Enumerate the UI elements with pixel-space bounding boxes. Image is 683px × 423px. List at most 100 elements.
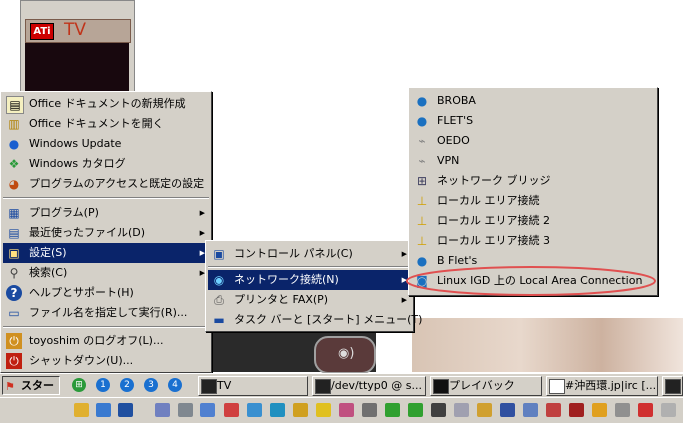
quick-launch-desktop-icon[interactable]: ⊞ bbox=[72, 378, 86, 392]
windows-update-icon: ● bbox=[8, 137, 20, 151]
app-icon[interactable] bbox=[615, 403, 630, 417]
app-icon[interactable] bbox=[118, 403, 133, 417]
ie-icon[interactable] bbox=[96, 403, 111, 417]
terminal-icon bbox=[315, 379, 331, 394]
menu-item-taskbar-start-menu[interactable]: ▬ タスク バーと [スタート] メニュー(T) bbox=[208, 310, 422, 330]
menu-item-recent-documents[interactable]: ▤ 最近使ったファイル(D) ▶ bbox=[3, 223, 209, 243]
quick-launch-1-icon[interactable]: 1 bbox=[96, 378, 110, 392]
app-icon[interactable] bbox=[316, 403, 331, 417]
app-icon[interactable] bbox=[454, 403, 469, 417]
taskbar-button-playback[interactable]: プレイバック bbox=[430, 376, 542, 396]
app-icon[interactable] bbox=[546, 403, 561, 417]
irc-icon bbox=[549, 379, 565, 394]
dialup-icon: ⌁ bbox=[418, 154, 426, 168]
office-new-icon: ▤ bbox=[6, 96, 24, 114]
programs-icon: ▦ bbox=[8, 206, 20, 220]
taskbar-button-tv[interactable]: TV bbox=[198, 376, 308, 396]
start-menu: ▤ Office ドキュメントの新規作成 ▥ Office ドキュメントを開く … bbox=[0, 91, 212, 373]
highlight-ellipse bbox=[406, 266, 656, 296]
menu-item-office-new[interactable]: ▤ Office ドキュメントの新規作成 bbox=[3, 94, 209, 114]
run-icon: ▭ bbox=[8, 306, 20, 320]
windows-catalog-icon: ❖ bbox=[8, 157, 20, 171]
speaker-icon: ◉) bbox=[338, 346, 355, 361]
app-icon[interactable] bbox=[477, 403, 492, 417]
help-icon: ? bbox=[6, 285, 22, 301]
menu-item-run[interactable]: ▭ ファイル名を指定して実行(R)... bbox=[3, 303, 209, 323]
network-item-bridge[interactable]: ⊞ ネットワーク ブリッジ bbox=[411, 171, 655, 191]
globe-icon: ● bbox=[416, 114, 428, 128]
windows-flag-icon: ⚑ bbox=[5, 380, 15, 393]
app-icon[interactable] bbox=[408, 403, 423, 417]
shutdown-icon: ⏻ bbox=[6, 353, 22, 369]
app-icon[interactable] bbox=[224, 403, 239, 417]
network-item-lan-2[interactable]: ⊥ ローカル エリア接続 2 bbox=[411, 211, 655, 231]
dialup-icon: ⌁ bbox=[418, 134, 426, 148]
logoff-icon: ⏻ bbox=[6, 333, 22, 349]
quick-launch-3-icon[interactable]: 3 bbox=[144, 378, 158, 392]
app-icon[interactable] bbox=[247, 403, 262, 417]
app-icon[interactable] bbox=[385, 403, 400, 417]
app-icon[interactable] bbox=[339, 403, 354, 417]
submenu-arrow-icon: ▶ bbox=[199, 209, 205, 217]
app-icon[interactable] bbox=[523, 403, 538, 417]
app-icon[interactable] bbox=[362, 403, 377, 417]
network-item-lan-3[interactable]: ⊥ ローカル エリア接続 3 bbox=[411, 231, 655, 251]
desktop-wallpaper-fragment bbox=[412, 318, 683, 372]
taskbar-button-irc[interactable]: #沖西環.jp|irc [... bbox=[546, 376, 658, 396]
network-item-oedo[interactable]: ⌁ OEDO bbox=[411, 131, 655, 151]
playback-icon bbox=[433, 379, 449, 394]
documents-icon: ▤ bbox=[8, 226, 20, 240]
menu-separator bbox=[3, 326, 209, 328]
network-item-lan-1[interactable]: ⊥ ローカル エリア接続 bbox=[411, 191, 655, 211]
taskbar-button-terminal[interactable]: /dev/ttyp0 @ s... bbox=[312, 376, 426, 396]
menu-item-windows-update[interactable]: ● Windows Update bbox=[3, 134, 209, 154]
menu-item-control-panel[interactable]: ▣ コントロール パネル(C) ▶ bbox=[208, 244, 411, 264]
app-icon[interactable] bbox=[592, 403, 607, 417]
menu-item-printers-fax[interactable]: ⎙ プリンタと FAX(P) ▶ bbox=[208, 290, 411, 310]
network-item-flets[interactable]: ● FLET'S bbox=[411, 111, 655, 131]
tv-widget-title: TV bbox=[64, 20, 87, 40]
network-item-vpn[interactable]: ⌁ VPN bbox=[411, 151, 655, 171]
program-access-icon: ◕ bbox=[8, 177, 20, 191]
menu-item-search[interactable]: ⚲ 検索(C) ▶ bbox=[3, 263, 209, 283]
menu-item-logoff[interactable]: ⏻ toyoshim のログオフ(L)... bbox=[3, 331, 209, 351]
network-connections-icon: ◉ bbox=[213, 273, 225, 287]
globe-icon: ● bbox=[416, 94, 428, 108]
printer-icon: ⎙ bbox=[214, 293, 224, 307]
taskbar-button-extra[interactable] bbox=[662, 376, 683, 396]
start-button[interactable]: ⚑ スタート bbox=[2, 376, 60, 409]
quick-launch-4-icon[interactable]: 4 bbox=[168, 378, 182, 392]
app-icon[interactable] bbox=[500, 403, 515, 417]
taskbar: ⚑ スタート ⊞ 1 2 3 4 TV /dev/ttyp0 @ s... プレ… bbox=[0, 373, 683, 409]
speaker-button[interactable]: ◉) bbox=[314, 336, 376, 374]
menu-separator bbox=[208, 266, 411, 268]
app-icon[interactable] bbox=[431, 403, 446, 417]
menu-item-programs[interactable]: ▦ プログラム(P) ▶ bbox=[3, 203, 209, 223]
app-icon[interactable] bbox=[178, 403, 193, 417]
lan-icon: ⊥ bbox=[416, 234, 428, 248]
app-icon[interactable] bbox=[155, 403, 170, 417]
tv-widget-header: ATi TV bbox=[25, 19, 131, 43]
lan-icon: ⊥ bbox=[416, 194, 428, 208]
menu-item-network-connections[interactable]: ◉ ネットワーク接続(N) ▶ bbox=[208, 270, 411, 290]
menu-item-office-open[interactable]: ▥ Office ドキュメントを開く bbox=[3, 114, 209, 134]
app-icon[interactable] bbox=[638, 403, 653, 417]
search-icon: ⚲ bbox=[9, 266, 19, 280]
app-icon[interactable] bbox=[200, 403, 215, 417]
menu-item-shutdown[interactable]: ⏻ シャットダウン(U)... bbox=[3, 351, 209, 371]
network-item-broba[interactable]: ● BROBA bbox=[411, 91, 655, 111]
menu-item-help[interactable]: ? ヘルプとサポート(H) bbox=[3, 283, 209, 303]
folder-icon[interactable] bbox=[74, 403, 89, 417]
menu-item-program-access[interactable]: ◕ プログラムのアクセスと既定の設定 bbox=[3, 174, 209, 194]
settings-submenu: ▣ コントロール パネル(C) ▶ ◉ ネットワーク接続(N) ▶ ⎙ プリンタ… bbox=[205, 240, 422, 332]
quick-launch-2-icon[interactable]: 2 bbox=[120, 378, 134, 392]
app-icon[interactable] bbox=[661, 403, 676, 417]
app-icon[interactable] bbox=[569, 403, 584, 417]
menu-item-settings[interactable]: ▣ 設定(S) ▶ bbox=[3, 243, 209, 263]
submenu-arrow-icon: ▶ bbox=[401, 250, 407, 258]
system-tray bbox=[0, 397, 683, 423]
app-icon[interactable] bbox=[293, 403, 308, 417]
app-icon[interactable] bbox=[270, 403, 285, 417]
menu-item-windows-catalog[interactable]: ❖ Windows カタログ bbox=[3, 154, 209, 174]
bridge-icon: ⊞ bbox=[416, 174, 428, 188]
